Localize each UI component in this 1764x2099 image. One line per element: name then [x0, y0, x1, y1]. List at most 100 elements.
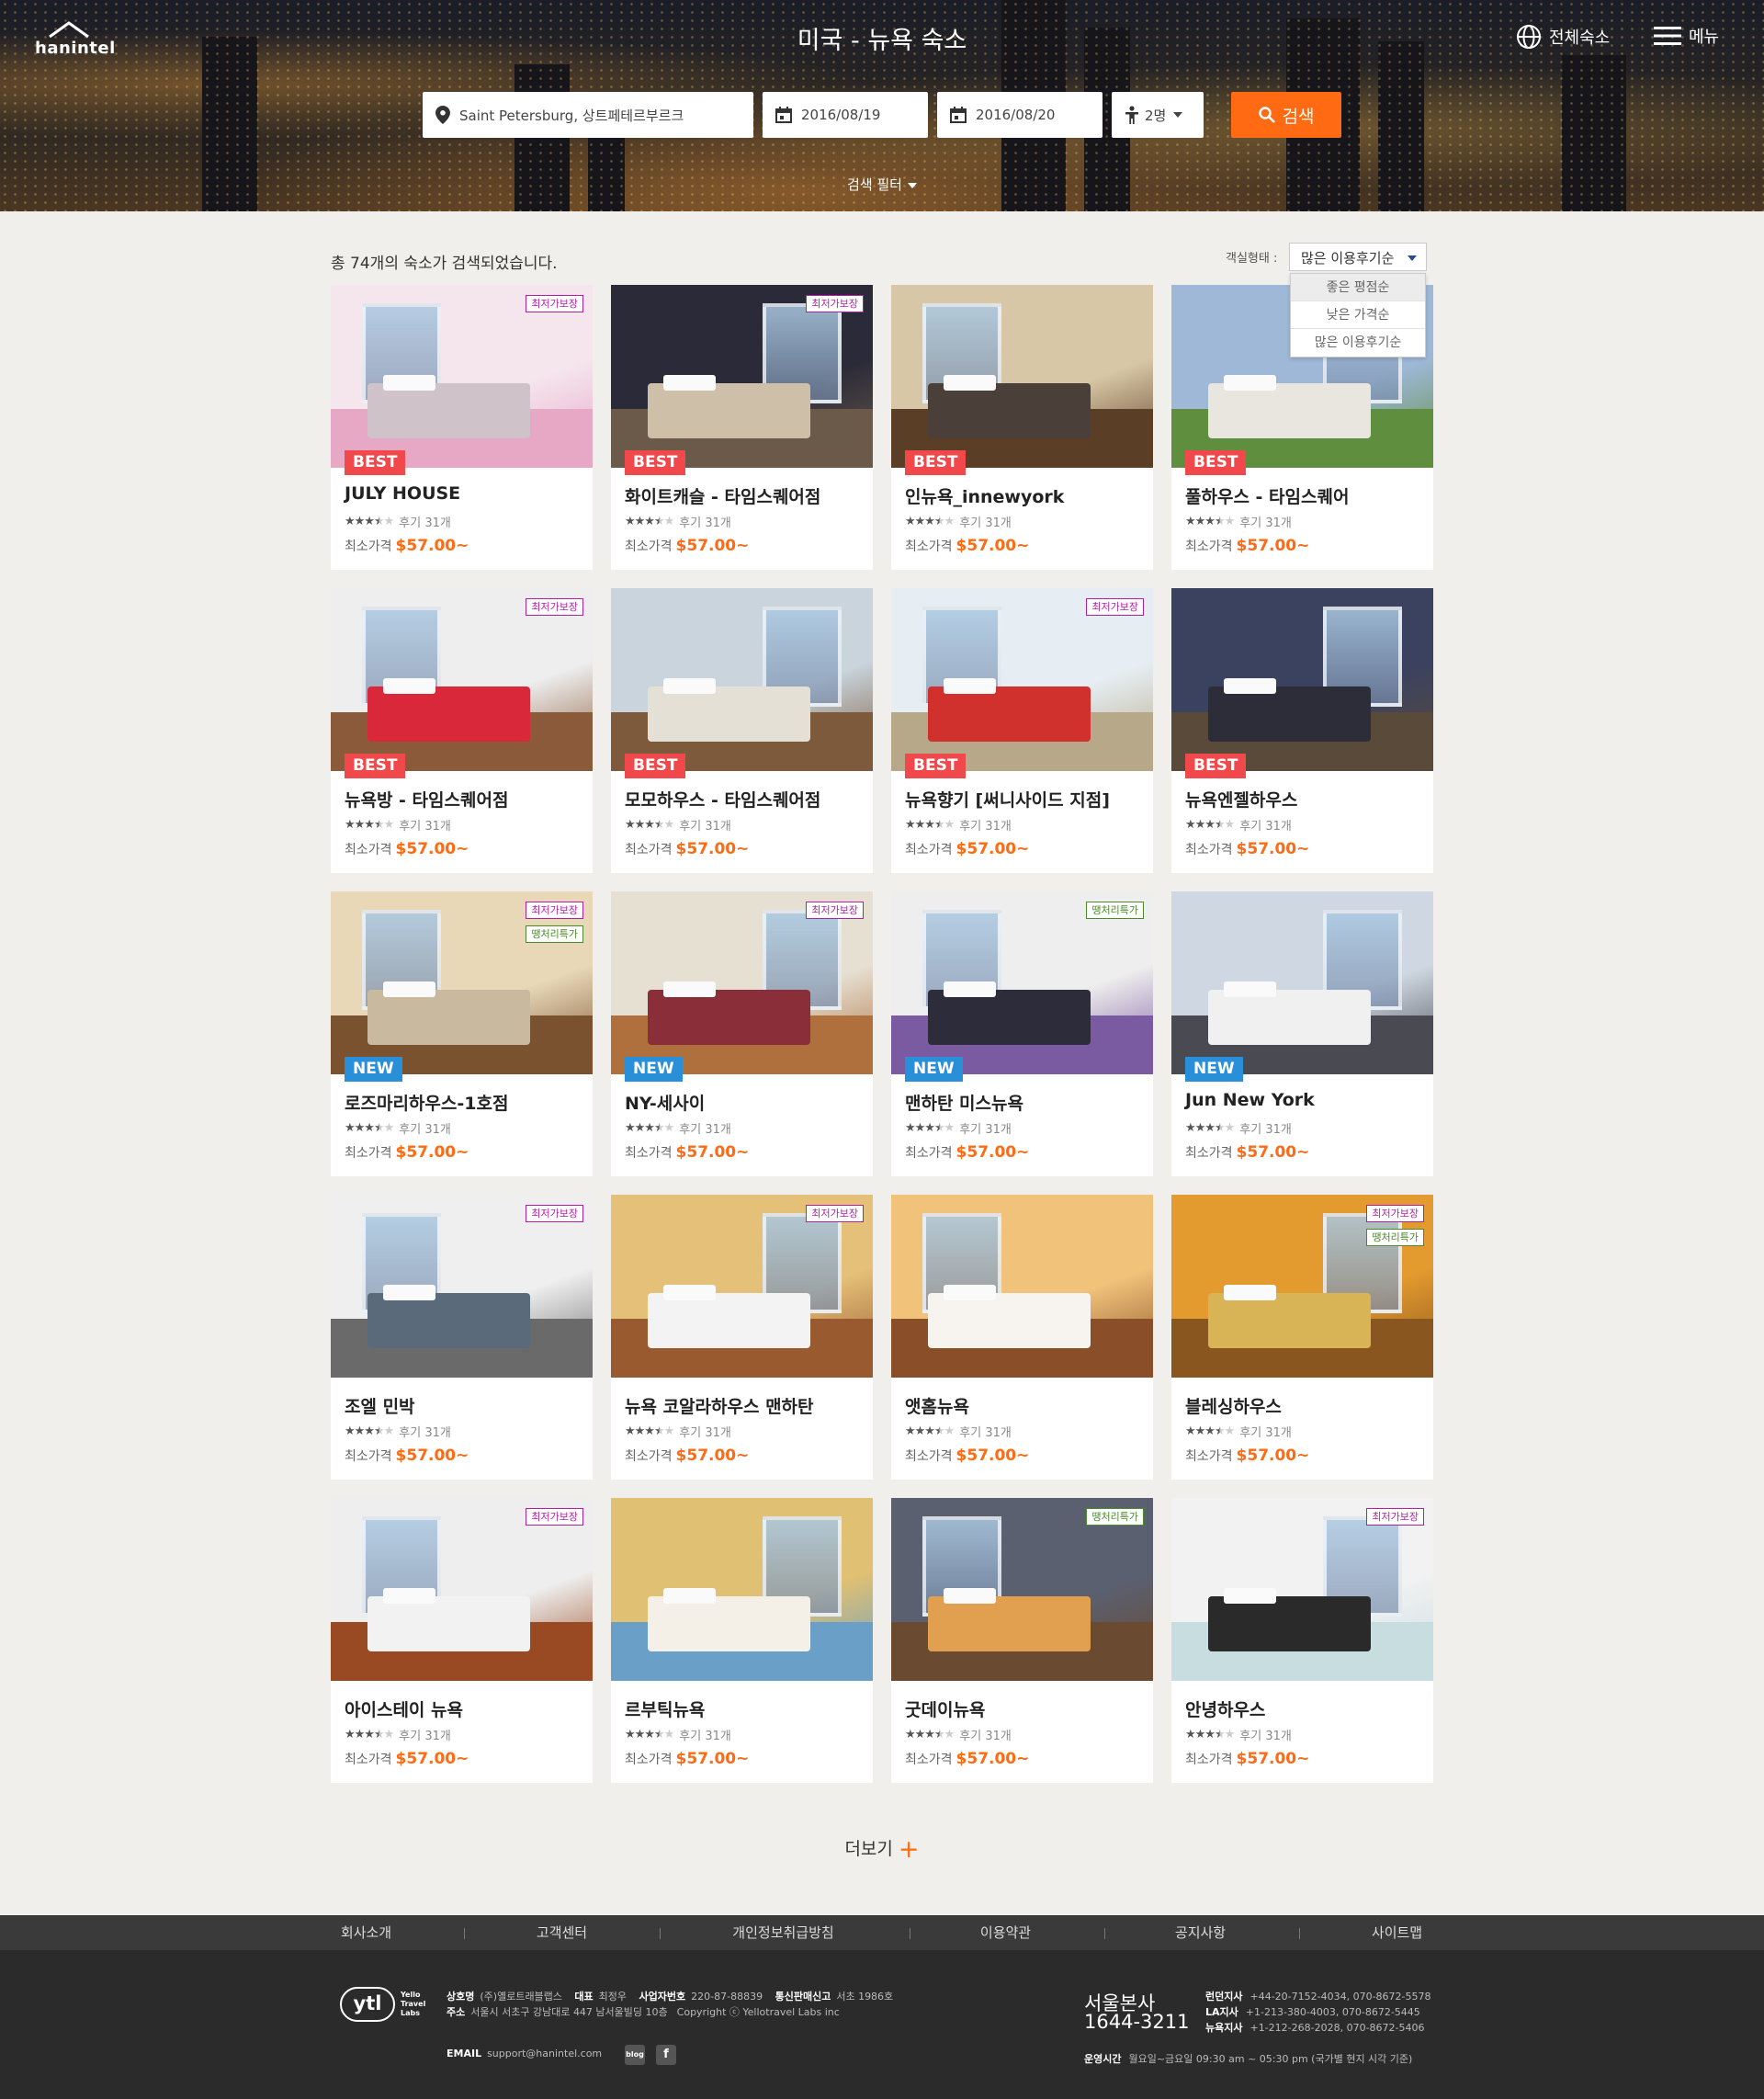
photo-pillow: [944, 981, 996, 998]
listing-card[interactable]: 최저가보장 BEST 화이트캐슬 - 타임스퀘어점 ★★★★★ 후기 31개 최소가격 $5…: [611, 285, 873, 570]
listing-name[interactable]: 맨하탄 미스뉴욕: [905, 1090, 1023, 1115]
review-count: 후기 31개: [959, 516, 1012, 530]
lowest-price-tag: 최저가보장: [806, 1205, 864, 1222]
listing-card[interactable]: 최저가보장 안녕하우스 ★★★★★ 후기 31개 최소가격 $57.00~: [1171, 1498, 1433, 1783]
location-value: Saint Petersburg, 상트페테르부르크: [459, 107, 684, 124]
footer-link-terms[interactable]: 이용약관: [908, 1915, 1103, 1950]
listing-card[interactable]: 최저가보장 땡처리특가 블레싱하우스 ★★★★★ 후기 31개 최소가격 $57.00~: [1171, 1195, 1433, 1480]
listing-card[interactable]: 땡처리특가 NEW 맨하탄 미스뉴욕 ★★★★★ 후기 31개 최소가격 $57.00~: [891, 891, 1153, 1176]
listing-photo[interactable]: 최저가보장: [331, 1195, 593, 1378]
listing-name[interactable]: 뉴욕방 - 타임스퀘어점: [345, 787, 508, 811]
checkin-date-input[interactable]: 2016/08/19: [763, 92, 928, 138]
price-label: 최소가격: [905, 1146, 953, 1161]
facebook-icon[interactable]: f: [656, 2045, 676, 2065]
photo-bed: [647, 990, 810, 1046]
listing-card[interactable]: 최저가보장 뉴욕 코알라하우스 맨하탄 ★★★★★ 후기 31개 최소가격 $57.00~: [611, 1195, 873, 1480]
price-label: 최소가격: [1185, 539, 1233, 554]
listing-name[interactable]: 화이트캐슬 - 타임스퀘어점: [625, 483, 820, 508]
branch-la: LA지사 +1-213-380-4003, 070-8672-5445: [1205, 2004, 1420, 2019]
listing-card[interactable]: 최저가보장 BEST JULY HOUSE ★★★★★ 후기 31개 최소가격 $57.00…: [331, 285, 593, 570]
listing-card[interactable]: 앳홈뉴욕 ★★★★★ 후기 31개 최소가격 $57.00~: [891, 1195, 1153, 1480]
sort-select[interactable]: 많은 이용후기순: [1289, 243, 1427, 271]
photo-bed: [647, 686, 810, 743]
listing-photo[interactable]: [1171, 588, 1433, 771]
footer-link-sitemap[interactable]: 사이트맵: [1299, 1915, 1495, 1950]
listing-photo[interactable]: 최저가보장: [331, 588, 593, 771]
footer-link-support[interactable]: 고객센터: [464, 1915, 660, 1950]
listing-photo[interactable]: 땡처리특가: [891, 891, 1153, 1074]
listing-photo[interactable]: 최저가보장: [331, 1498, 593, 1681]
listing-name[interactable]: 굿데이뉴욕: [905, 1696, 985, 1721]
listing-card[interactable]: 최저가보장 땡처리특가 NEW 로즈마리하우스-1호점 ★★★★★ 후기 31개 최소가격 $…: [331, 891, 593, 1176]
listing-photo[interactable]: 최저가보장: [331, 285, 593, 468]
listing-photo[interactable]: 최저가보장 땡처리특가: [331, 891, 593, 1074]
footer-link-about[interactable]: 회사소개: [268, 1915, 464, 1950]
listing-name[interactable]: 로즈마리하우스-1호점: [345, 1090, 508, 1115]
listing-name[interactable]: 앳홈뉴욕: [905, 1393, 969, 1418]
listing-card[interactable]: 땡처리특가 굿데이뉴욕 ★★★★★ 후기 31개 최소가격 $57.00~: [891, 1498, 1153, 1783]
listing-name[interactable]: Jun New York: [1185, 1090, 1315, 1110]
sort-option[interactable]: 낮은 가격순: [1291, 301, 1425, 329]
location-input[interactable]: Saint Petersburg, 상트페테르부르크: [423, 92, 753, 138]
listing-photo[interactable]: [611, 588, 873, 771]
review-count: 후기 31개: [679, 1426, 731, 1440]
listing-photo[interactable]: [611, 1498, 873, 1681]
listing-photo[interactable]: 최저가보장 땡처리특가: [1171, 1195, 1433, 1378]
listing-photo[interactable]: 최저가보장: [891, 588, 1153, 771]
listing-photo[interactable]: 땡처리특가: [891, 1498, 1153, 1681]
business-number: 220-87-88839: [691, 1991, 763, 2003]
listing-card[interactable]: 르부틱뉴욕 ★★★★★ 후기 31개 최소가격 $57.00~: [611, 1498, 873, 1783]
listing-card[interactable]: 최저가보장 BEST 뉴욕향기 [써니사이드 지점] ★★★★★ 후기 31개 최소가격 $…: [891, 588, 1153, 873]
sort-option[interactable]: 많은 이용후기순: [1291, 329, 1425, 357]
menu-button[interactable]: 메뉴: [1654, 24, 1719, 48]
listing-photo[interactable]: 최저가보장: [611, 285, 873, 468]
listing-photo[interactable]: [1171, 891, 1433, 1074]
listing-card[interactable]: 최저가보장 BEST 뉴욕방 - 타임스퀘어점 ★★★★★ 후기 31개 최소가격 $57.…: [331, 588, 593, 873]
listing-rating: ★★★★★ 후기 31개: [345, 1423, 451, 1440]
listing-name[interactable]: NY-세사이: [625, 1090, 705, 1115]
new-badge: NEW: [345, 1057, 402, 1082]
listing-card[interactable]: BEST 모모하우스 - 타임스퀘어점 ★★★★★ 후기 31개 최소가격 $57.00~: [611, 588, 873, 873]
price-value: $57.00~: [395, 1447, 469, 1465]
listing-photo[interactable]: 최저가보장: [611, 891, 873, 1074]
listing-name[interactable]: 뉴욕 코알라하우스 맨하탄: [625, 1393, 814, 1418]
listing-price: 최소가격 $57.00~: [905, 537, 1029, 555]
guest-select[interactable]: 2명: [1112, 92, 1204, 138]
label: 대표: [574, 1991, 594, 2003]
listing-photo[interactable]: 최저가보장: [1171, 1498, 1433, 1681]
listing-name[interactable]: 안녕하우스: [1185, 1696, 1265, 1721]
listing-price: 최소가격 $57.00~: [1185, 1750, 1309, 1768]
listing-card[interactable]: NEW Jun New York ★★★★★ 후기 31개 최소가격 $57.00~: [1171, 891, 1433, 1176]
search-filter-toggle[interactable]: 검색 필터: [0, 175, 1764, 194]
listing-name[interactable]: 뉴욕엔젤하우스: [1185, 787, 1297, 811]
listing-name[interactable]: 인뉴욕_innewyork: [905, 483, 1064, 508]
listing-name[interactable]: 블레싱하우스: [1185, 1393, 1282, 1418]
listing-name[interactable]: 모모하우스 - 타임스퀘어점: [625, 787, 820, 811]
listing-price: 최소가격 $57.00~: [905, 1750, 1029, 1768]
listing-name[interactable]: 뉴욕향기 [써니사이드 지점]: [905, 787, 1110, 811]
all-stays-link[interactable]: 전체숙소: [1516, 24, 1610, 50]
footer-link-notice[interactable]: 공지사항: [1102, 1915, 1298, 1950]
listing-name[interactable]: 풀하우스 - 타임스퀘어: [1185, 483, 1349, 508]
listing-photo[interactable]: 최저가보장: [611, 1195, 873, 1378]
listing-card[interactable]: 최저가보장 조엘 민박 ★★★★★ 후기 31개 최소가격 $57.00~: [331, 1195, 593, 1480]
listing-card[interactable]: BEST 뉴욕엔젤하우스 ★★★★★ 후기 31개 최소가격 $57.00~: [1171, 588, 1433, 873]
listing-name[interactable]: 아이스테이 뉴욕: [345, 1696, 463, 1721]
listing-name[interactable]: 르부틱뉴욕: [625, 1696, 705, 1721]
blog-icon[interactable]: blog: [625, 2045, 645, 2065]
checkout-date-input[interactable]: 2016/08/20: [937, 92, 1102, 138]
footer-link-privacy[interactable]: 개인정보취급방침: [685, 1915, 881, 1950]
listing-card[interactable]: 최저가보장 아이스테이 뉴욕 ★★★★★ 후기 31개 최소가격 $57.00~: [331, 1498, 593, 1783]
listing-name[interactable]: 조엘 민박: [345, 1393, 415, 1418]
listing-name[interactable]: JULY HOUSE: [345, 483, 460, 504]
listing-card[interactable]: BEST 인뉴욕_innewyork ★★★★★ 후기 31개 최소가격 $57.00~: [891, 285, 1153, 570]
load-more-button[interactable]: 더보기 +: [0, 1835, 1764, 1864]
listing-card[interactable]: 최저가보장 NEW NY-세사이 ★★★★★ 후기 31개 최소가격 $57.00~: [611, 891, 873, 1176]
search-button[interactable]: 검색: [1231, 92, 1341, 138]
promo-tags: 최저가보장: [1086, 598, 1144, 616]
sort-option[interactable]: 좋은 평점순: [1291, 274, 1425, 301]
listing-photo[interactable]: [891, 1195, 1153, 1378]
listing-price: 최소가격 $57.00~: [625, 537, 749, 555]
listing-photo[interactable]: [891, 285, 1153, 468]
email-address[interactable]: support@hanintel.com: [487, 2048, 602, 2059]
